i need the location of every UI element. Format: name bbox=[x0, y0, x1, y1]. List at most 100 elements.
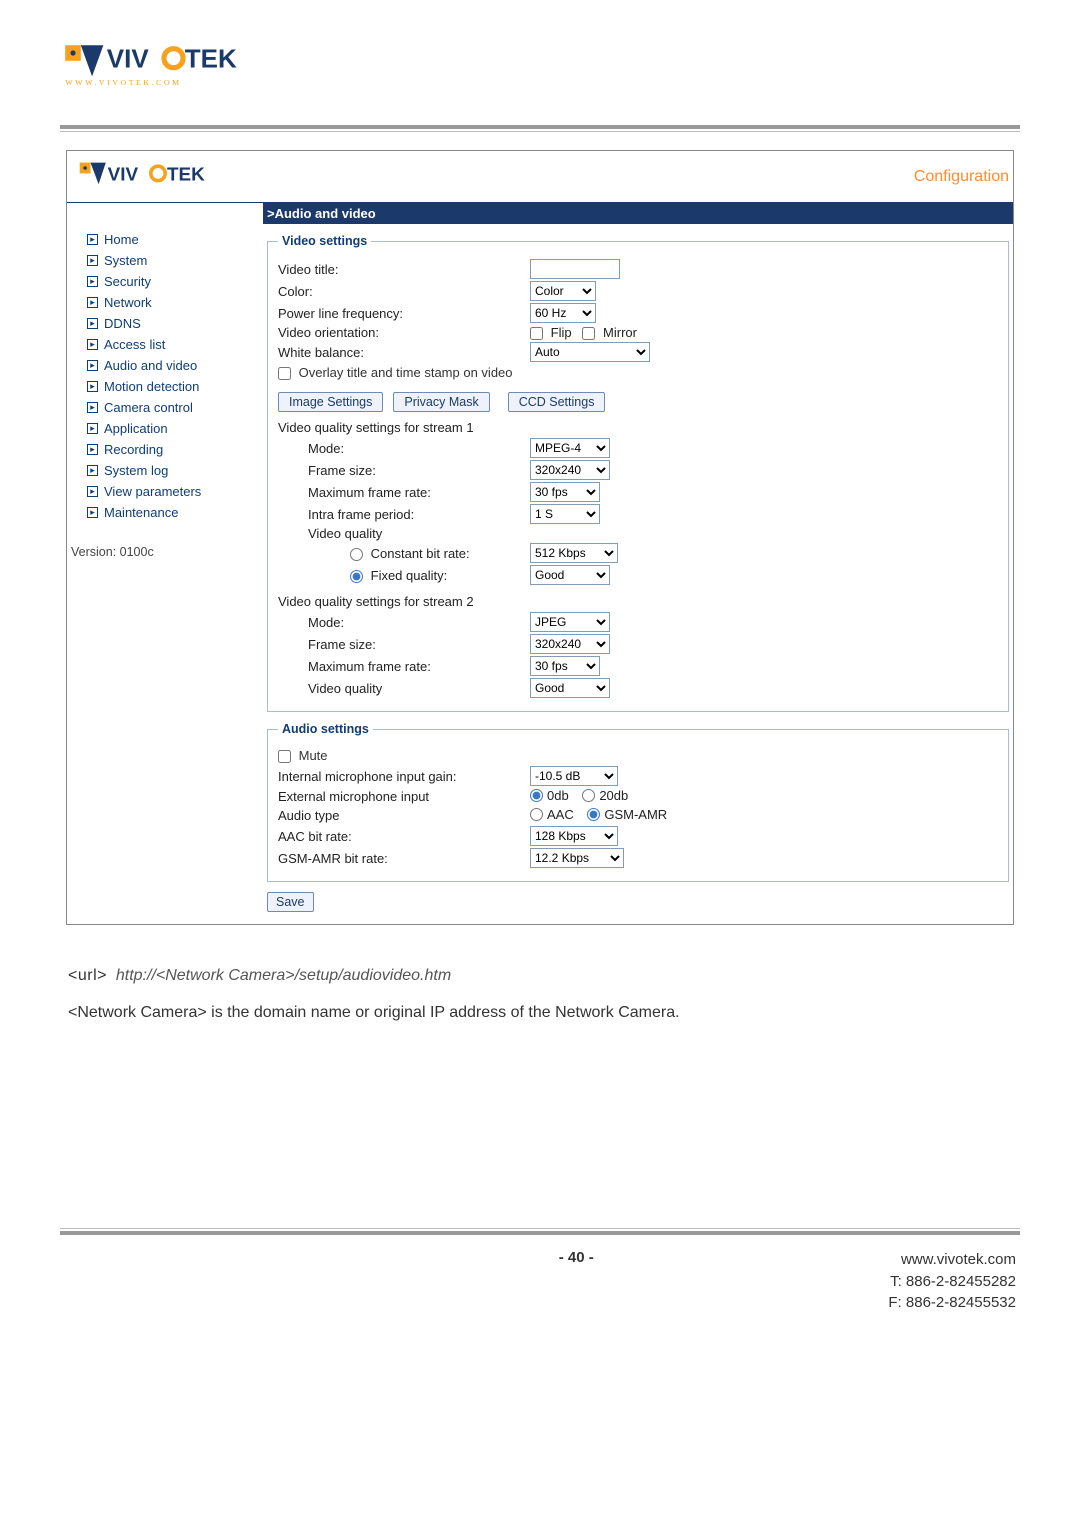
s2-max-fr-select[interactable]: 30 fps bbox=[530, 656, 600, 676]
top-divider bbox=[60, 125, 1020, 132]
footer-site: www.vivotek.com bbox=[888, 1249, 1016, 1271]
url-note: <Network Camera> is the domain name or o… bbox=[68, 998, 1012, 1028]
color-label: Color: bbox=[278, 284, 530, 299]
s1-max-fr-select[interactable]: 30 fps bbox=[530, 482, 600, 502]
privacy-mask-button[interactable]: Privacy Mask bbox=[393, 392, 489, 412]
sidebar-item-label: Access list bbox=[104, 337, 165, 352]
sidebar-item-home[interactable]: ▸ Home bbox=[69, 229, 263, 250]
sidebar-item-motion-detection[interactable]: ▸Motion detection bbox=[69, 376, 263, 397]
s2-vq-label: Video quality bbox=[278, 681, 530, 696]
sidebar-item-label: DDNS bbox=[104, 316, 141, 331]
mute-checkbox[interactable] bbox=[278, 750, 291, 763]
arrow-icon: ▸ bbox=[87, 255, 98, 266]
audio-type-aac-radio[interactable] bbox=[530, 808, 543, 821]
video-title-input[interactable] bbox=[530, 259, 620, 279]
flip-checkbox[interactable] bbox=[530, 327, 543, 340]
s1-mode-select[interactable]: MPEG-4 bbox=[530, 438, 610, 458]
s1-intra-select[interactable]: 1 S bbox=[530, 504, 600, 524]
mute-label: Mute bbox=[299, 748, 328, 763]
audio-type-aac-label: AAC bbox=[547, 807, 574, 822]
s1-fq-select[interactable]: Good bbox=[530, 565, 610, 585]
s1-frame-size-label: Frame size: bbox=[278, 463, 530, 478]
overlay-checkbox[interactable] bbox=[278, 367, 291, 380]
s2-frame-size-select[interactable]: 320x240 bbox=[530, 634, 610, 654]
page-title: >Audio and video bbox=[263, 203, 1013, 224]
wb-select[interactable]: Auto bbox=[530, 342, 650, 362]
audio-settings-legend: Audio settings bbox=[278, 722, 373, 736]
video-settings-legend: Video settings bbox=[278, 234, 371, 248]
stream2-heading: Video quality settings for stream 2 bbox=[278, 594, 998, 609]
aac-bitrate-select[interactable]: 128 Kbps bbox=[530, 826, 618, 846]
mirror-checkbox[interactable] bbox=[582, 327, 595, 340]
url-keyword: <url> bbox=[68, 967, 107, 984]
ccd-settings-button[interactable]: CCD Settings bbox=[508, 392, 606, 412]
ext-mic-20db-radio[interactable] bbox=[582, 789, 595, 802]
sidebar-item-system[interactable]: ▸ System bbox=[69, 250, 263, 271]
sidebar-item-audio-video[interactable]: ▸ Audio and video bbox=[69, 355, 263, 376]
sidebar-item-security[interactable]: ▸ Security bbox=[69, 271, 263, 292]
audio-type-gsm-radio[interactable] bbox=[587, 808, 600, 821]
sidebar-item-recording[interactable]: ▸Recording bbox=[69, 439, 263, 460]
sidebar-item-maintenance[interactable]: ▸Maintenance bbox=[69, 502, 263, 523]
video-settings-group: Video settings Video title: Color: Color… bbox=[267, 234, 1009, 712]
sidebar-item-label: Motion detection bbox=[104, 379, 199, 394]
sidebar-item-label: Audio and video bbox=[104, 358, 197, 373]
color-select[interactable]: Color bbox=[530, 281, 596, 301]
arrow-icon: ▸ bbox=[87, 297, 98, 308]
s1-fq-radio[interactable] bbox=[350, 570, 363, 583]
page-footer: - 40 - www.vivotek.com T: 886-2-82455282… bbox=[60, 1249, 1020, 1314]
overlay-label: Overlay title and time stamp on video bbox=[299, 365, 513, 380]
s1-max-fr-label: Maximum frame rate: bbox=[278, 485, 530, 500]
sidebar-item-label: Camera control bbox=[104, 400, 193, 415]
footer-fax: F: 886-2-82455532 bbox=[888, 1292, 1016, 1314]
sidebar-item-ddns[interactable]: ▸DDNS bbox=[69, 313, 263, 334]
s1-frame-size-select[interactable]: 320x240 bbox=[530, 460, 610, 480]
sidebar-item-application[interactable]: ▸Application bbox=[69, 418, 263, 439]
mic-gain-select[interactable]: -10.5 dB bbox=[530, 766, 618, 786]
orientation-label: Video orientation: bbox=[278, 325, 530, 340]
ext-mic-label: External microphone input bbox=[278, 789, 530, 804]
sidebar-item-label: Home bbox=[104, 232, 139, 247]
sidebar-item-camera-control[interactable]: ▸Camera control bbox=[69, 397, 263, 418]
svg-text:VIV: VIV bbox=[107, 44, 150, 74]
sidebar-item-system-log[interactable]: ▸System log bbox=[69, 460, 263, 481]
s2-mode-select[interactable]: JPEG bbox=[530, 612, 610, 632]
firmware-version: Version: 0100c bbox=[69, 523, 263, 559]
sidebar-item-label: Security bbox=[104, 274, 151, 289]
arrow-icon: ▸ bbox=[87, 360, 98, 371]
save-button[interactable]: Save bbox=[267, 892, 314, 912]
sidebar-item-access-list[interactable]: ▸Access list bbox=[69, 334, 263, 355]
wb-label: White balance: bbox=[278, 345, 530, 360]
url-value: http://<Network Camera>/setup/audiovideo… bbox=[116, 967, 451, 984]
gsm-bitrate-label: GSM-AMR bit rate: bbox=[278, 851, 530, 866]
s1-cbr-radio[interactable] bbox=[350, 548, 363, 561]
image-settings-button[interactable]: Image Settings bbox=[278, 392, 383, 412]
document-text: <url> http://<Network Camera>/setup/audi… bbox=[68, 961, 1012, 1028]
s1-mode-label: Mode: bbox=[278, 441, 530, 456]
audio-type-label: Audio type bbox=[278, 808, 530, 823]
s1-cbr-select[interactable]: 512 Kbps bbox=[530, 543, 618, 563]
flip-label: Flip bbox=[551, 325, 572, 340]
arrow-icon: ▸ bbox=[87, 234, 98, 245]
arrow-icon: ▸ bbox=[87, 423, 98, 434]
page-number: - 40 - bbox=[264, 1249, 888, 1266]
configuration-heading: Configuration bbox=[914, 168, 1009, 186]
video-title-label: Video title: bbox=[278, 262, 530, 277]
brand-logo-small: VIV TEK bbox=[77, 159, 230, 195]
plf-select[interactable]: 60 Hz bbox=[530, 303, 596, 323]
s2-max-fr-label: Maximum frame rate: bbox=[278, 659, 530, 674]
stream1-heading: Video quality settings for stream 1 bbox=[278, 420, 998, 435]
plf-label: Power line frequency: bbox=[278, 306, 530, 321]
s1-fq-label: Fixed quality: bbox=[371, 568, 448, 583]
sidebar-item-network[interactable]: ▸Network bbox=[69, 292, 263, 313]
s1-intra-label: Intra frame period: bbox=[278, 507, 530, 522]
arrow-icon: ▸ bbox=[87, 465, 98, 476]
s2-mode-label: Mode: bbox=[278, 615, 530, 630]
gsm-bitrate-select[interactable]: 12.2 Kbps bbox=[530, 848, 624, 868]
sidebar-item-view-parameters[interactable]: ▸View parameters bbox=[69, 481, 263, 502]
s2-vq-select[interactable]: Good bbox=[530, 678, 610, 698]
ext-mic-20db-label: 20db bbox=[599, 788, 628, 803]
arrow-icon: ▸ bbox=[87, 276, 98, 287]
sidebar-item-label: System bbox=[104, 253, 147, 268]
ext-mic-0db-radio[interactable] bbox=[530, 789, 543, 802]
